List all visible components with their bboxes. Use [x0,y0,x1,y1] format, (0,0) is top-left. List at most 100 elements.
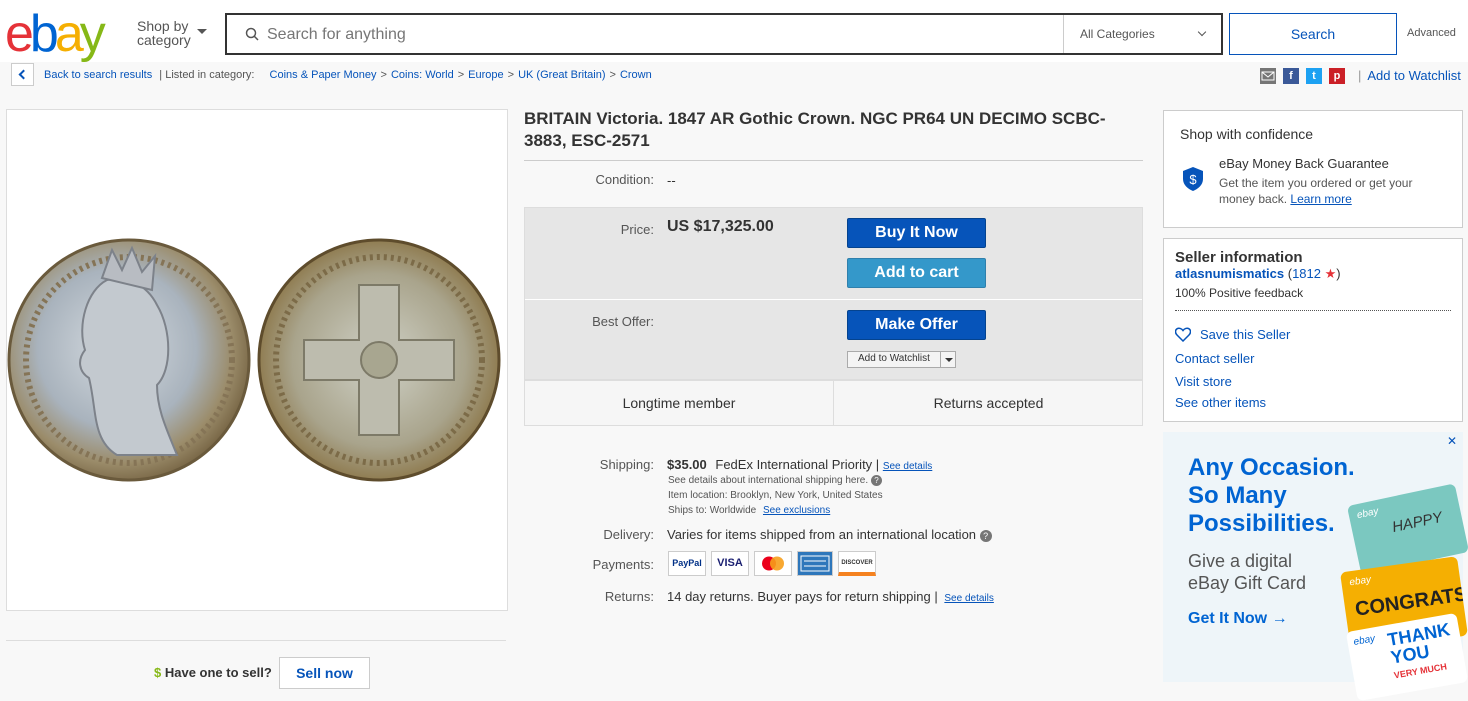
confidence-title: Shop with confidence [1180,126,1314,142]
add-to-watchlist-link[interactable]: | Add to Watchlist [1358,68,1461,83]
star-icon: ★ [1324,266,1337,281]
mastercard-icon [754,551,792,576]
help-icon[interactable]: ? [979,529,992,542]
make-offer-button[interactable]: Make Offer [847,310,986,340]
logo-letter: b [29,5,59,63]
search-box: Search for anything All Categories [225,13,1223,55]
learn-more-link[interactable]: Learn more [1290,192,1351,206]
see-other-items-link[interactable]: See other items [1175,395,1266,410]
money-back-guarantee: eBay Money Back Guarantee [1219,156,1389,171]
breadcrumb-item[interactable]: Coins: World [391,69,454,81]
save-seller-link[interactable]: Save this Seller [1200,327,1290,342]
visit-store-link[interactable]: Visit store [1175,374,1232,389]
ships-to: Ships to: Worldwide See exclusions [668,505,830,516]
breadcrumb-item[interactable]: Europe [468,69,503,81]
sell-now-button[interactable]: Sell now [279,657,370,689]
separator: | [1358,68,1362,83]
ad-headline-line: Any Occasion. [1188,454,1355,481]
twitter-icon[interactable]: t [1306,68,1322,84]
shipping-label: Shipping: [599,457,654,472]
buy-it-now-button[interactable]: Buy It Now [847,218,986,248]
ships-to-label: Ships to: [668,505,707,516]
amex-icon [797,551,833,576]
condition-value: -- [667,173,676,188]
shop-by-category-button[interactable]: Shop by category [137,18,207,48]
returns-text: 14 day returns. Buyer pays for return sh… [667,589,938,604]
add-to-watchlist-button[interactable]: Add to Watchlist [847,351,956,368]
shield-icon: $ [1183,167,1203,191]
listed-in-category-label: | Listed in category: [159,69,255,81]
add-to-cart-button[interactable]: Add to cart [847,258,986,288]
delivery-label: Delivery: [603,527,654,542]
watchlist-label: Add to Watchlist [1367,68,1461,83]
seller-divider [1175,310,1451,311]
header: ebay Shop by category Search for anythin… [0,0,1468,62]
dropdown-arrow-icon[interactable] [940,352,955,367]
intl-shipping-text: See details about international shipping… [668,475,869,487]
shipping-see-details-link[interactable]: See details [883,461,932,472]
chevron-left-icon [18,69,29,80]
seller-name-link[interactable]: atlasnumismatics [1175,266,1284,281]
visa-icon: VISA [711,551,749,576]
shipping-value: $35.00 FedEx International Priority | Se… [667,457,932,472]
card-logo: ebay [1355,505,1380,522]
breadcrumb: Back to search results | Listed in categ… [44,69,652,81]
chevron-down-icon [1197,27,1207,37]
get-it-now-link[interactable]: Get It Now → [1188,610,1288,628]
cta-label: Get It Now [1188,610,1268,627]
ad-subtext-line: eBay Gift Card [1188,573,1307,593]
ad-headline: Any Occasion. So Many Possibilities. [1188,454,1355,538]
breadcrumb-separator: > [609,69,616,81]
breadcrumb-item[interactable]: Coins & Paper Money [270,69,377,81]
guarantee-desc: Get the item you ordered or get your mon… [1219,175,1444,207]
email-icon[interactable] [1260,68,1276,84]
item-image[interactable] [6,109,508,611]
pinterest-icon[interactable]: p [1329,68,1345,84]
back-button[interactable] [11,63,34,86]
advanced-search-link[interactable]: Advanced [1407,27,1456,39]
payments-label: Payments: [592,557,654,572]
help-icon[interactable]: ? [870,475,882,486]
search-button[interactable]: Search [1229,13,1397,55]
ad-headline-line: So Many [1188,482,1287,509]
breadcrumb-separator: > [507,69,515,81]
category-select-value: All Categories [1080,27,1155,41]
category-label: category [137,32,191,48]
search-input[interactable]: Search for anything [267,26,406,44]
feedback-score-link[interactable]: 1812 [1292,266,1321,281]
delivery-value: Varies for items shipped from an interna… [667,527,992,542]
sell-question: Have one to sell? [164,665,272,680]
close-ad-icon[interactable]: ✕ [1447,434,1457,448]
breadcrumb-item[interactable]: Crown [620,69,652,81]
seller-info-title: Seller information [1175,249,1303,266]
seller-badges: Longtime member Returns accepted [524,380,1143,426]
ad-subtext: Give a digital eBay Gift Card [1188,550,1306,594]
heart-icon[interactable] [1175,327,1191,342]
gift-card-ad[interactable]: ✕ Any Occasion. So Many Possibilities. G… [1163,432,1468,701]
facebook-icon[interactable]: f [1283,68,1299,84]
intl-shipping-note: See details about international shipping… [668,475,882,486]
shop-with-confidence-panel: Shop with confidence $ eBay Money Back G… [1163,110,1463,228]
card-text: HAPPY [1390,508,1444,537]
breadcrumb-separator: > [380,69,387,81]
shop-by-label: Shop by [137,18,189,34]
returns-label: Returns: [604,589,654,604]
price-divider [525,299,1142,300]
delivery-text: Varies for items shipped from an interna… [667,527,977,542]
card-logo: ebay [1352,633,1376,648]
divider [6,640,506,641]
breadcrumb-separator: > [457,69,465,81]
ebay-logo[interactable]: ebay [5,5,106,63]
coin-photo [7,238,501,482]
item-location-value: Brooklyn, New York, United States [730,490,883,501]
search-icon [245,27,259,41]
svg-text:$: $ [1189,172,1197,187]
contact-seller-link[interactable]: Contact seller [1175,351,1254,366]
see-exclusions-link[interactable]: See exclusions [763,505,830,516]
score-paren: ) [1336,266,1341,281]
back-to-results-link[interactable]: Back to search results [44,69,152,81]
breadcrumb-item[interactable]: UK (Great Britain) [518,69,605,81]
category-select[interactable]: All Categories [1063,15,1223,53]
title-divider [524,160,1143,161]
returns-see-details-link[interactable]: See details [944,593,993,604]
